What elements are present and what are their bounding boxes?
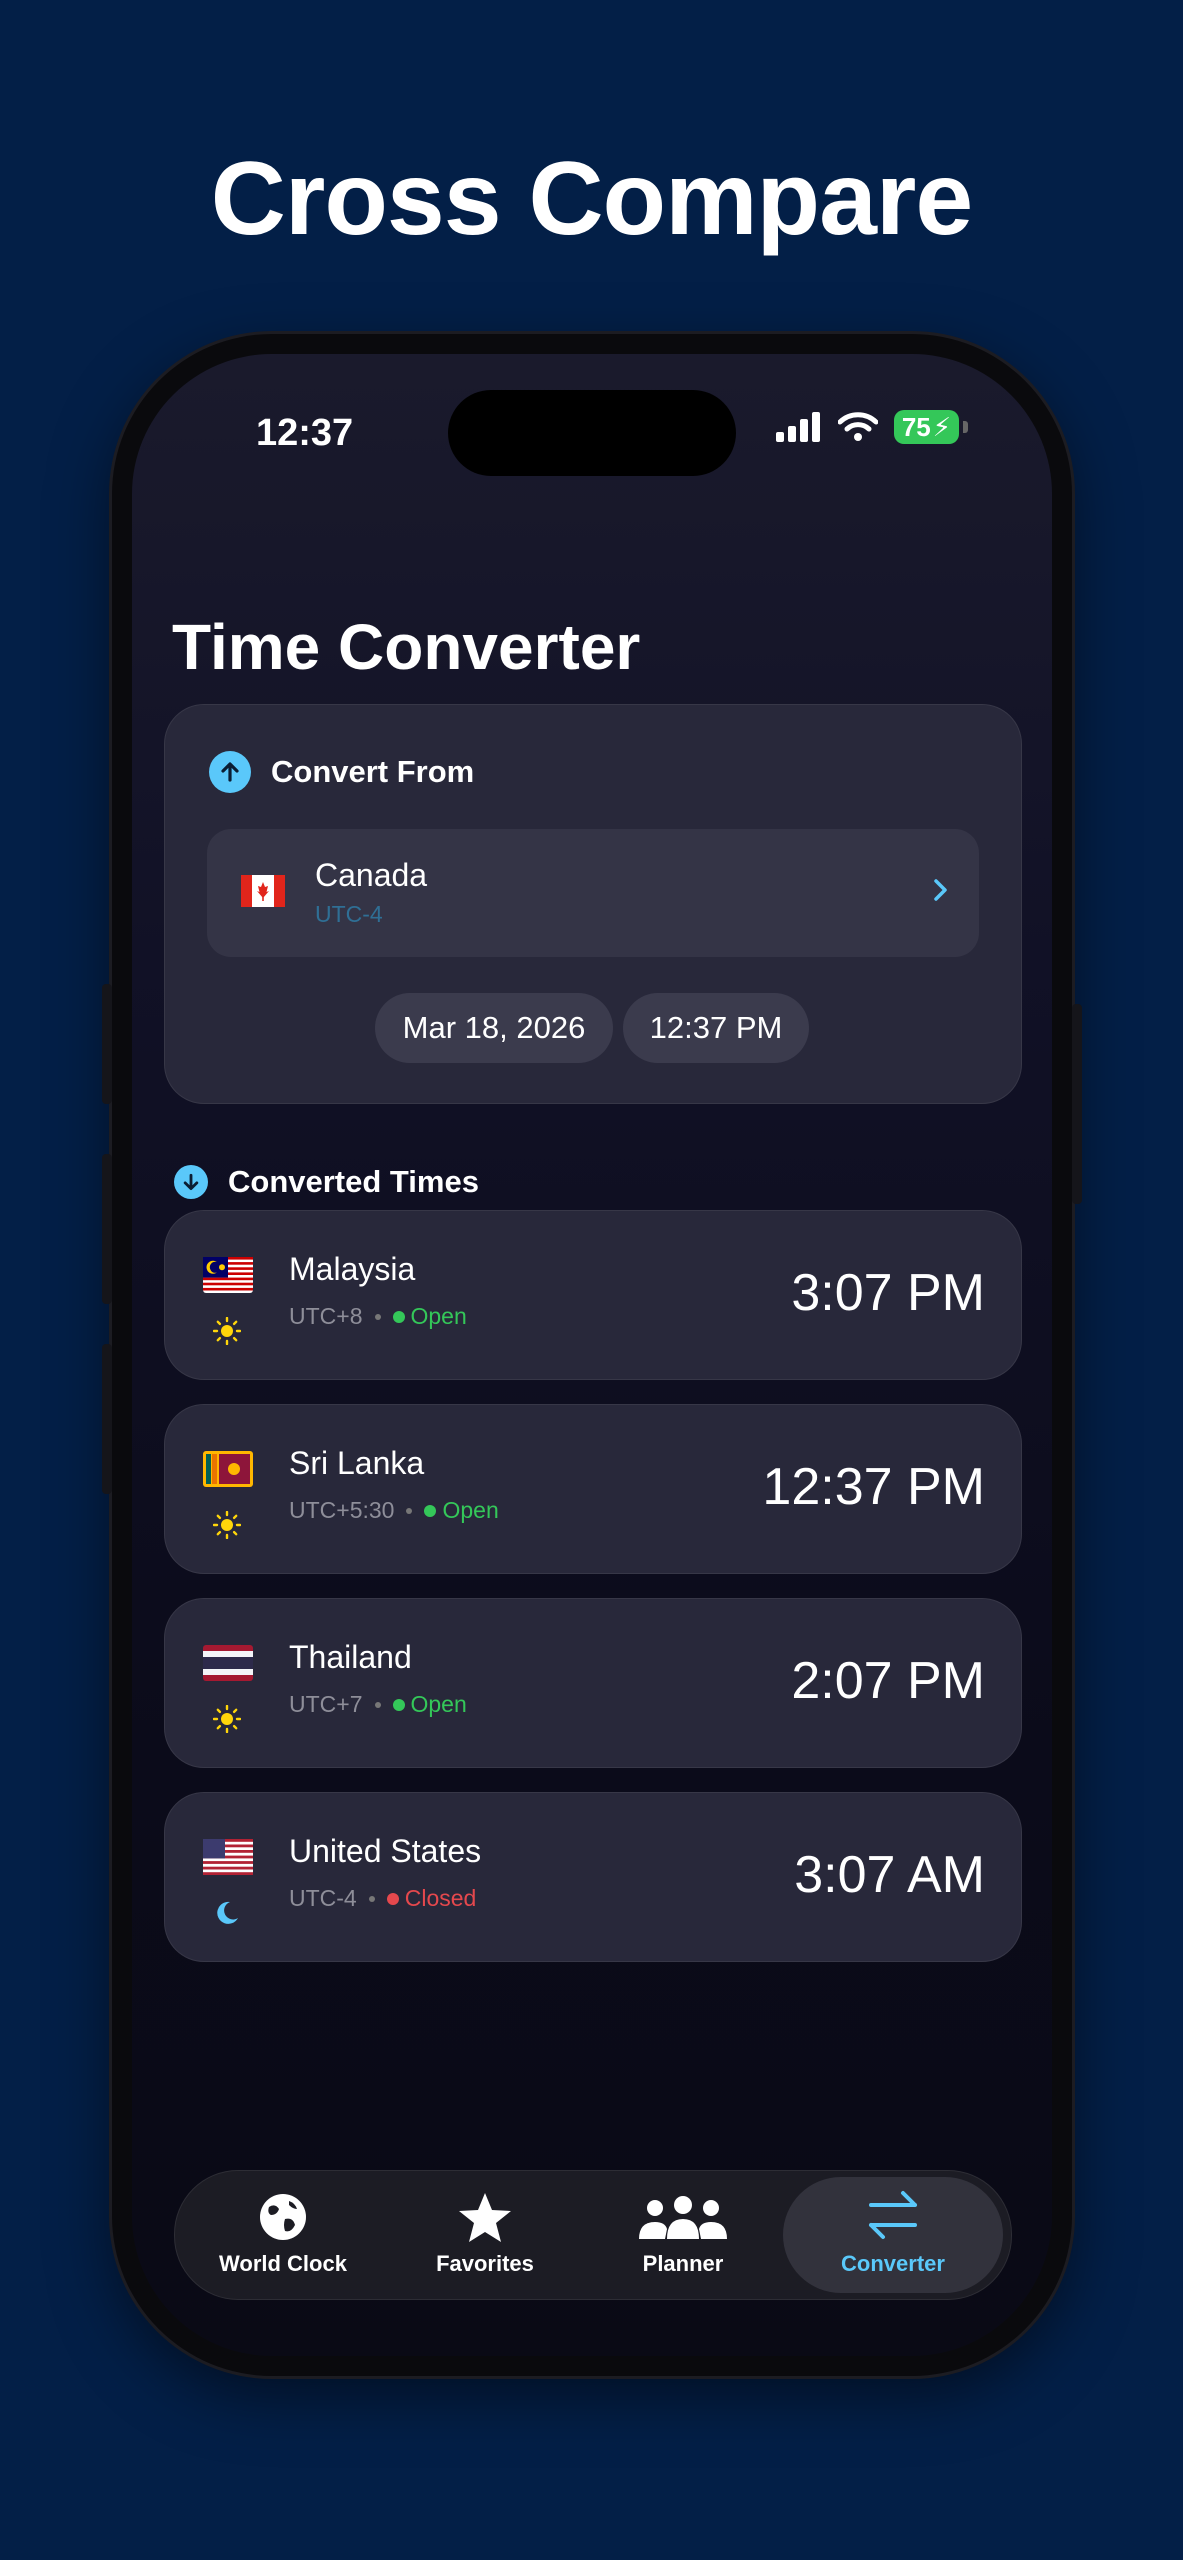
arrow-down-circle-icon: [174, 1165, 208, 1199]
arrows-icon: [869, 2191, 917, 2239]
country-meta: UTC+7 Open: [289, 1691, 467, 1718]
source-country-select[interactable]: Canada UTC-4: [207, 829, 979, 957]
app-screen: 12:37 75 ⚡ Time Converter Convert From C…: [132, 354, 1052, 2356]
country-utc: UTC+7: [289, 1691, 363, 1717]
open-status: Open: [424, 1497, 499, 1524]
canada-flag-icon: [241, 875, 285, 907]
tab-world-clock[interactable]: World Clock: [183, 2171, 383, 2299]
country-name: Sri Lanka: [289, 1445, 425, 1481]
country-utc: UTC+5:30: [289, 1497, 395, 1523]
phone-frame: 12:37 75 ⚡ Time Converter Convert From C…: [102, 334, 1082, 2376]
page-title: Time Converter: [172, 611, 641, 683]
country-utc: UTC+8: [289, 1303, 363, 1329]
tab-label: World Clock: [219, 2251, 347, 2276]
country-meta: UTC+8 Open: [289, 1303, 467, 1330]
converted-time: 12:37 PM: [762, 1458, 985, 1516]
separator-dot: [368, 1895, 375, 1902]
date-picker-button[interactable]: Mar 18, 2026: [375, 993, 613, 1063]
tab-label: Favorites: [436, 2251, 534, 2276]
open-status: Open: [392, 1691, 467, 1718]
convert-from-header: Convert From: [209, 751, 474, 793]
star-icon: [459, 2193, 511, 2242]
tab-favorites[interactable]: Favorites: [385, 2171, 585, 2299]
sun-icon: [213, 1511, 241, 1539]
country-name: Thailand: [289, 1639, 412, 1675]
converted-time: 3:07 AM: [794, 1846, 985, 1904]
promo-headline: Cross Compare: [210, 141, 973, 257]
tab-planner[interactable]: Planner: [583, 2171, 783, 2299]
convert-from-card: Convert From Canada UTC-4 Mar 18, 2026 1…: [164, 704, 1022, 1104]
thailand-flag-icon: [203, 1645, 253, 1681]
status-label: Open: [410, 1303, 467, 1329]
globe-icon: [260, 2194, 306, 2240]
sun-icon: [213, 1705, 241, 1733]
converted-row-malaysia[interactable]: Malaysia UTC+8 Open 3:07 PM: [164, 1210, 1022, 1380]
tab-bar: World Clock Favorites Planner Converter: [174, 2170, 1012, 2300]
status-dot-icon: [392, 1698, 405, 1711]
converted-times-header: Converted Times: [174, 1164, 479, 1200]
country-name: United States: [289, 1833, 482, 1869]
status-dot-icon: [392, 1310, 405, 1323]
time-picker-button[interactable]: 12:37 PM: [623, 993, 809, 1063]
arrow-up-circle-icon: [209, 751, 251, 793]
country-utc: UTC-4: [289, 1885, 357, 1911]
source-country-name: Canada: [315, 857, 428, 893]
malaysia-flag-icon: [203, 1257, 253, 1293]
moon-icon: [217, 1901, 238, 1924]
status-label: Open: [410, 1691, 467, 1717]
action-button: [102, 984, 112, 1104]
open-status: Open: [392, 1303, 467, 1330]
chevron-right-icon: [934, 879, 947, 901]
power-button: [1072, 1004, 1082, 1204]
volume-down-button: [102, 1344, 112, 1494]
status-time: 12:37: [256, 412, 354, 454]
battery-cap: [963, 421, 968, 433]
country-meta: UTC+5:30 Open: [289, 1497, 499, 1524]
source-country-utc: UTC-4: [315, 901, 383, 927]
converted-row-thailand[interactable]: Thailand UTC+7 Open 2:07 PM: [164, 1598, 1022, 1768]
status-dot-icon: [386, 1892, 399, 1905]
separator-dot: [374, 1701, 381, 1708]
sri-lanka-flag-icon: [203, 1451, 253, 1487]
status-label: Closed: [404, 1885, 477, 1911]
separator-dot: [406, 1507, 413, 1514]
cellular-signal-icon: [775, 412, 820, 442]
converted-row-united-states[interactable]: United States UTC-4 Closed 3:07 AM: [164, 1792, 1022, 1962]
united-states-flag-icon: [203, 1839, 253, 1875]
tab-converter[interactable]: Converter: [783, 2177, 1003, 2293]
battery-level: 75: [901, 412, 931, 442]
converted-row-sri-lanka[interactable]: Sri Lanka UTC+5:30 Open 12:37 PM: [164, 1404, 1022, 1574]
country-meta: UTC-4 Closed: [289, 1885, 476, 1912]
converted-times-label: Converted Times: [228, 1164, 479, 1199]
sun-icon: [213, 1317, 241, 1345]
closed-status: Closed: [386, 1885, 477, 1912]
country-name: Malaysia: [289, 1251, 416, 1287]
charging-bolt-icon: ⚡: [932, 412, 951, 442]
wifi-icon: [837, 412, 878, 441]
battery-icon: 75 ⚡: [893, 410, 959, 444]
converted-time: 3:07 PM: [791, 1264, 985, 1322]
status-dot-icon: [424, 1504, 437, 1517]
volume-up-button: [102, 1154, 112, 1304]
status-icons: 75 ⚡: [775, 410, 968, 444]
convert-from-label: Convert From: [271, 754, 475, 789]
converted-time: 2:07 PM: [791, 1652, 985, 1710]
status-label: Open: [442, 1497, 499, 1523]
dynamic-island: [448, 390, 736, 476]
people-icon: [639, 2196, 727, 2239]
tab-label: Planner: [642, 2251, 724, 2276]
separator-dot: [374, 1313, 381, 1320]
tab-label: Converter: [841, 2251, 945, 2276]
